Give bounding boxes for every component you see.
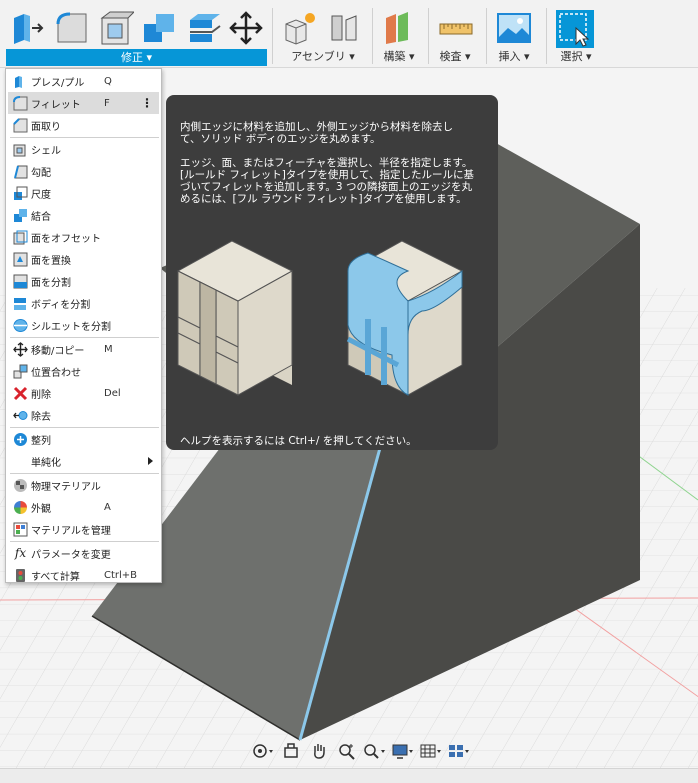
draft-icon	[13, 164, 28, 179]
silhouette-split-icon	[13, 318, 28, 333]
menu-item-remove[interactable]: 除去	[8, 404, 159, 426]
parameters-icon: fx	[14, 546, 27, 560]
manage-materials-icon	[13, 522, 28, 537]
menu-item-appearance[interactable]: 外観 A	[8, 496, 159, 518]
toolbar: 修正 ▾ アセンブリ ▾ 構築 ▾ 検査 ▾ 挿入 ▾ 選択 ▾	[0, 0, 698, 68]
press-pull-tool-icon[interactable]	[10, 10, 46, 46]
navigation-bar	[250, 739, 486, 763]
measure-icon[interactable]	[438, 10, 474, 46]
menu-item-delete[interactable]: 削除 Del	[8, 382, 159, 404]
joint-icon[interactable]	[326, 10, 362, 46]
select-tool-icon[interactable]	[556, 10, 594, 48]
menu-item-press-pull[interactable]: プレス/プル Q	[8, 70, 159, 92]
arrange-icon	[13, 432, 28, 447]
status-bar	[0, 768, 698, 783]
more-options-icon[interactable]: ⋮	[141, 96, 153, 110]
block-after-fillet	[346, 240, 464, 396]
split-body-tool-icon[interactable]	[186, 10, 222, 46]
fillet-illustration	[176, 240, 464, 396]
construct-menu-button[interactable]: 構築 ▾	[374, 48, 424, 65]
menu-item-split-body[interactable]: ボディを分割	[8, 292, 159, 314]
menu-item-combine[interactable]: 結合	[8, 204, 159, 226]
shell-tool-icon[interactable]	[98, 10, 136, 46]
scale-icon	[13, 186, 28, 201]
compute-all-icon	[13, 568, 28, 583]
new-component-icon[interactable]	[282, 10, 318, 46]
inspect-menu-button[interactable]: 検査 ▾	[432, 48, 478, 65]
offset-face-icon	[13, 230, 28, 245]
menu-item-scale[interactable]: 尺度	[8, 182, 159, 204]
menu-item-silhouette-split[interactable]: シルエットを分割	[8, 314, 159, 336]
construct-plane-icon[interactable]	[382, 10, 418, 46]
physical-material-icon	[13, 478, 28, 493]
viewports-icon[interactable]	[446, 740, 472, 762]
press-pull-icon	[13, 74, 28, 89]
modify-menu-button[interactable]: 修正 ▾	[6, 49, 267, 66]
menu-item-offset-face[interactable]: 面をオフセット	[8, 226, 159, 248]
align-icon	[13, 364, 28, 379]
tooltip-help-hint: ヘルプを表示するには Ctrl+/ を押してください。	[180, 435, 417, 447]
replace-face-icon	[13, 252, 28, 267]
remove-icon	[13, 408, 28, 423]
zoom-icon[interactable]	[334, 740, 360, 762]
menu-item-draft[interactable]: 勾配	[8, 160, 159, 182]
menu-item-fillet[interactable]: フィレット F ⋮	[8, 92, 159, 114]
look-at-icon[interactable]	[278, 740, 304, 762]
fillet-icon	[13, 95, 28, 111]
select-menu-button[interactable]: 選択 ▾	[548, 48, 604, 65]
zoom-window-icon[interactable]	[362, 740, 388, 762]
menu-item-arrange[interactable]: 整列	[8, 428, 159, 450]
tooltip-description: 内側エッジに材料を追加し、外側エッジから材料を除去し て、ソリッド ボディのエッ…	[180, 121, 453, 145]
shell-icon	[13, 142, 28, 157]
grid-settings-icon[interactable]	[418, 740, 444, 762]
menu-item-shell[interactable]: シェル	[8, 138, 159, 160]
menu-item-physical-material[interactable]: 物理マテリアル	[8, 474, 159, 496]
combine-icon	[13, 208, 28, 223]
menu-item-split-face[interactable]: 面を分割	[8, 270, 159, 292]
menu-item-manage-materials[interactable]: マテリアルを管理	[8, 518, 159, 540]
insert-image-icon[interactable]	[496, 10, 532, 46]
assemble-menu-button[interactable]: アセンブリ ▾	[280, 48, 366, 65]
menu-item-move-copy[interactable]: 移動/コピー M	[8, 338, 159, 360]
menu-item-compute-all[interactable]: すべて計算 Ctrl+B	[8, 564, 159, 586]
menu-item-simplify[interactable]: 単純化	[8, 450, 159, 472]
pan-hand-icon[interactable]	[306, 740, 332, 762]
fillet-tooltip: 内側エッジに材料を追加し、外側エッジから材料を除去し て、ソリッド ボディのエッ…	[166, 95, 498, 450]
split-face-icon	[13, 274, 28, 289]
chamfer-icon	[13, 117, 28, 133]
orbit-icon[interactable]	[250, 740, 276, 762]
combine-tool-icon[interactable]	[142, 10, 178, 46]
move-tool-icon[interactable]	[228, 10, 264, 46]
block-before-fillet	[176, 240, 294, 396]
tooltip-instructions: エッジ、面、またはフィーチャを選択し、半径を指定します。 [ルールド フィレット…	[180, 157, 474, 205]
modify-dropdown-menu: プレス/プル Q フィレット F ⋮ 面取り シェル 勾配 尺度 結合 面をオフ…	[5, 68, 162, 583]
insert-menu-button[interactable]: 挿入 ▾	[490, 48, 538, 65]
menu-item-align[interactable]: 位置合わせ	[8, 360, 159, 382]
appearance-icon	[13, 500, 28, 515]
delete-icon	[13, 386, 28, 401]
split-body-icon	[13, 296, 28, 311]
menu-item-change-parameters[interactable]: fx パラメータを変更	[8, 542, 159, 564]
menu-item-chamfer[interactable]: 面取り	[8, 114, 159, 136]
move-icon	[13, 341, 28, 357]
menu-item-replace-face[interactable]: 面を置換	[8, 248, 159, 270]
display-settings-icon[interactable]	[390, 740, 416, 762]
submenu-arrow-icon	[148, 457, 153, 465]
fillet-tool-icon[interactable]	[54, 10, 90, 46]
